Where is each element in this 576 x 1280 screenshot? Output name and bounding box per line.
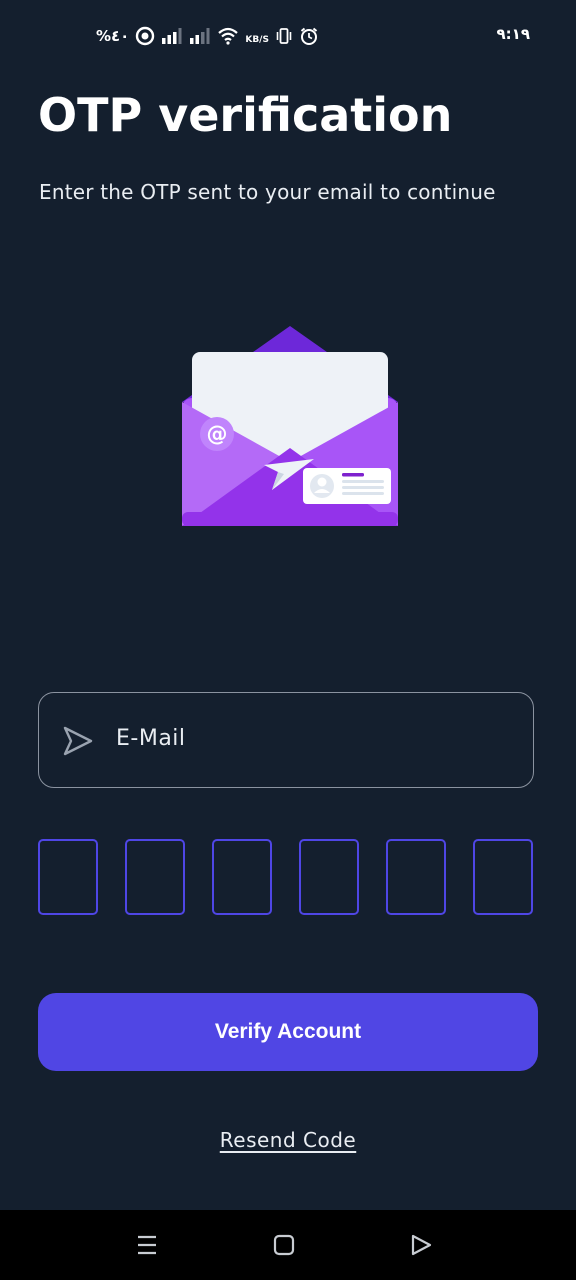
otp-digit-3[interactable] — [212, 839, 272, 915]
otp-digit-5[interactable] — [386, 839, 446, 915]
page-title: OTP verification — [38, 88, 453, 142]
svg-text:@: @ — [207, 422, 228, 446]
email-placeholder: E-Mail — [116, 726, 186, 751]
battery-level: %٤٠ — [96, 27, 130, 45]
battery-saver-icon — [135, 26, 155, 46]
status-bar: %٤٠ KB/S ٩:١٩ — [0, 0, 576, 72]
signal-icon — [189, 27, 211, 45]
vibrate-icon — [275, 27, 293, 45]
email-field[interactable]: E-Mail — [38, 692, 534, 788]
send-arrow-icon — [59, 723, 95, 759]
back-icon[interactable] — [408, 1232, 434, 1258]
system-nav-bar — [0, 1210, 576, 1280]
clock: ٩:١٩ — [496, 25, 530, 43]
otp-digit-1[interactable] — [38, 839, 98, 915]
resend-code-link[interactable]: Resend Code — [0, 1128, 576, 1152]
home-icon[interactable] — [271, 1232, 297, 1258]
otp-digit-4[interactable] — [299, 839, 359, 915]
envelope-illustration-icon: @ — [176, 322, 404, 532]
otp-digit-2[interactable] — [125, 839, 185, 915]
signal-icon — [161, 27, 183, 45]
otp-input-group — [38, 839, 538, 919]
status-icons: %٤٠ KB/S — [96, 24, 319, 48]
otp-digit-6[interactable] — [473, 839, 533, 915]
page-subtitle: Enter the OTP sent to your email to cont… — [39, 180, 496, 204]
wifi-icon — [217, 27, 239, 45]
network-speed-unit: KB/S — [245, 35, 269, 45]
menu-icon[interactable] — [134, 1232, 160, 1258]
alarm-icon — [299, 26, 319, 46]
verify-account-button[interactable]: Verify Account — [38, 993, 538, 1071]
